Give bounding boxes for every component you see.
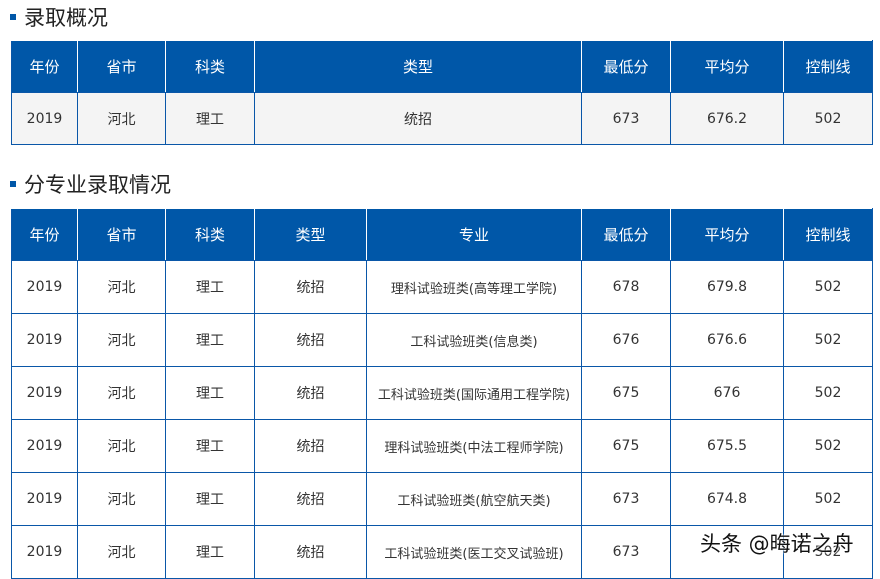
table-cell: 理工 (165, 472, 255, 526)
table-cell: 统招 (254, 92, 582, 145)
column-header: 平均分 (670, 208, 784, 261)
table-cell: 679.8 (670, 260, 784, 314)
admission-overview-table: 年份 省市 科类 类型 最低分 平均分 控制线 2019 河北 理工 统招 673 676.2 502 (11, 40, 873, 145)
bullet-icon (10, 181, 16, 187)
table-cell: 675.5 (670, 419, 784, 473)
table-cell: 工科试验班类(医工交叉试验班) (366, 525, 582, 579)
table-row: 2019 河北 理工 统招 工科试验班类(航空航天类) 673 674.8 502 (11, 472, 873, 526)
table-cell: 676.6 (670, 313, 784, 367)
table-cell: 502 (783, 419, 873, 473)
table-cell: 河北 (77, 525, 166, 579)
table-cell: 工科试验班类(国际通用工程学院) (366, 366, 582, 420)
table-cell: 理工 (165, 260, 255, 314)
table-cell: 理工 (165, 419, 255, 473)
table-cell: 2019 (11, 313, 78, 367)
table-cell: 理科试验班类(高等理工学院) (366, 260, 582, 314)
column-header: 控制线 (783, 208, 873, 261)
column-header: 类型 (254, 40, 582, 93)
table-cell: 工科试验班类(航空航天类) (366, 472, 582, 526)
watermark: 头条 @晦诺之舟 (700, 532, 854, 556)
table-cell: 676.2 (670, 92, 784, 145)
column-header: 省市 (77, 208, 166, 261)
table-cell: 河北 (77, 260, 166, 314)
column-header: 省市 (77, 40, 166, 93)
table-cell: 502 (783, 472, 873, 526)
table-cell: 673 (581, 92, 671, 145)
table-row: 2019 河北 理工 统招 工科试验班类(国际通用工程学院) 675 676 502 (11, 366, 873, 420)
table-cell: 678 (581, 260, 671, 314)
table-cell: 502 (783, 92, 873, 145)
table-cell: 502 (783, 366, 873, 420)
table-cell: 统招 (254, 525, 367, 579)
column-header: 类型 (254, 208, 367, 261)
table-cell: 2019 (11, 472, 78, 526)
table-cell: 统招 (254, 260, 367, 314)
table-cell: 676 (581, 313, 671, 367)
table-cell: 502 (783, 313, 873, 367)
section-title-admission-overview: 录取概况 (10, 2, 108, 32)
table-cell: 2019 (11, 419, 78, 473)
table-cell: 675 (581, 419, 671, 473)
table-cell: 674.8 (670, 472, 784, 526)
table-cell: 河北 (77, 92, 166, 145)
table-cell: 河北 (77, 419, 166, 473)
table-cell: 2019 (11, 92, 78, 145)
table-cell: 理工 (165, 525, 255, 579)
table-cell: 676 (670, 366, 784, 420)
table-cell: 河北 (77, 366, 166, 420)
table-cell: 工科试验班类(信息类) (366, 313, 582, 367)
column-header: 控制线 (783, 40, 873, 93)
title-text: 分专业录取情况 (24, 173, 171, 197)
column-header: 年份 (11, 208, 78, 261)
table-cell: 理科试验班类(中法工程师学院) (366, 419, 582, 473)
bullet-icon (10, 14, 16, 20)
table-cell: 统招 (254, 419, 367, 473)
table-cell: 河北 (77, 472, 166, 526)
column-header: 专业 (366, 208, 582, 261)
table-cell: 2019 (11, 260, 78, 314)
column-header: 最低分 (581, 40, 671, 93)
table-cell: 统招 (254, 313, 367, 367)
table-cell: 673 (581, 472, 671, 526)
table-cell: 理工 (165, 313, 255, 367)
table-cell: 理工 (165, 366, 255, 420)
table-cell: 502 (783, 260, 873, 314)
table-cell: 理工 (165, 92, 255, 145)
table-cell: 统招 (254, 472, 367, 526)
column-header: 科类 (165, 40, 255, 93)
title-text: 录取概况 (24, 6, 108, 30)
table-cell: 673 (581, 525, 671, 579)
table-row: 2019 河北 理工 统招 673 676.2 502 (11, 92, 873, 145)
table-cell: 2019 (11, 525, 78, 579)
column-header: 平均分 (670, 40, 784, 93)
column-header: 最低分 (581, 208, 671, 261)
column-header: 年份 (11, 40, 78, 93)
table-cell: 2019 (11, 366, 78, 420)
column-header: 科类 (165, 208, 255, 261)
table-cell: 675 (581, 366, 671, 420)
major-admission-table: 年份 省市 科类 类型 专业 最低分 平均分 控制线 2019 河北 理工 统招 理科试验班类(高等理工… (11, 208, 873, 579)
table-cell: 河北 (77, 313, 166, 367)
table-cell: 统招 (254, 366, 367, 420)
table-row: 2019 河北 理工 统招 工科试验班类(信息类) 676 676.6 502 (11, 313, 873, 367)
section-title-major-admission: 分专业录取情况 (10, 169, 171, 199)
table-row: 2019 河北 理工 统招 理科试验班类(高等理工学院) 678 679.8 502 (11, 260, 873, 314)
table-row: 2019 河北 理工 统招 理科试验班类(中法工程师学院) 675 675.5 502 (11, 419, 873, 473)
